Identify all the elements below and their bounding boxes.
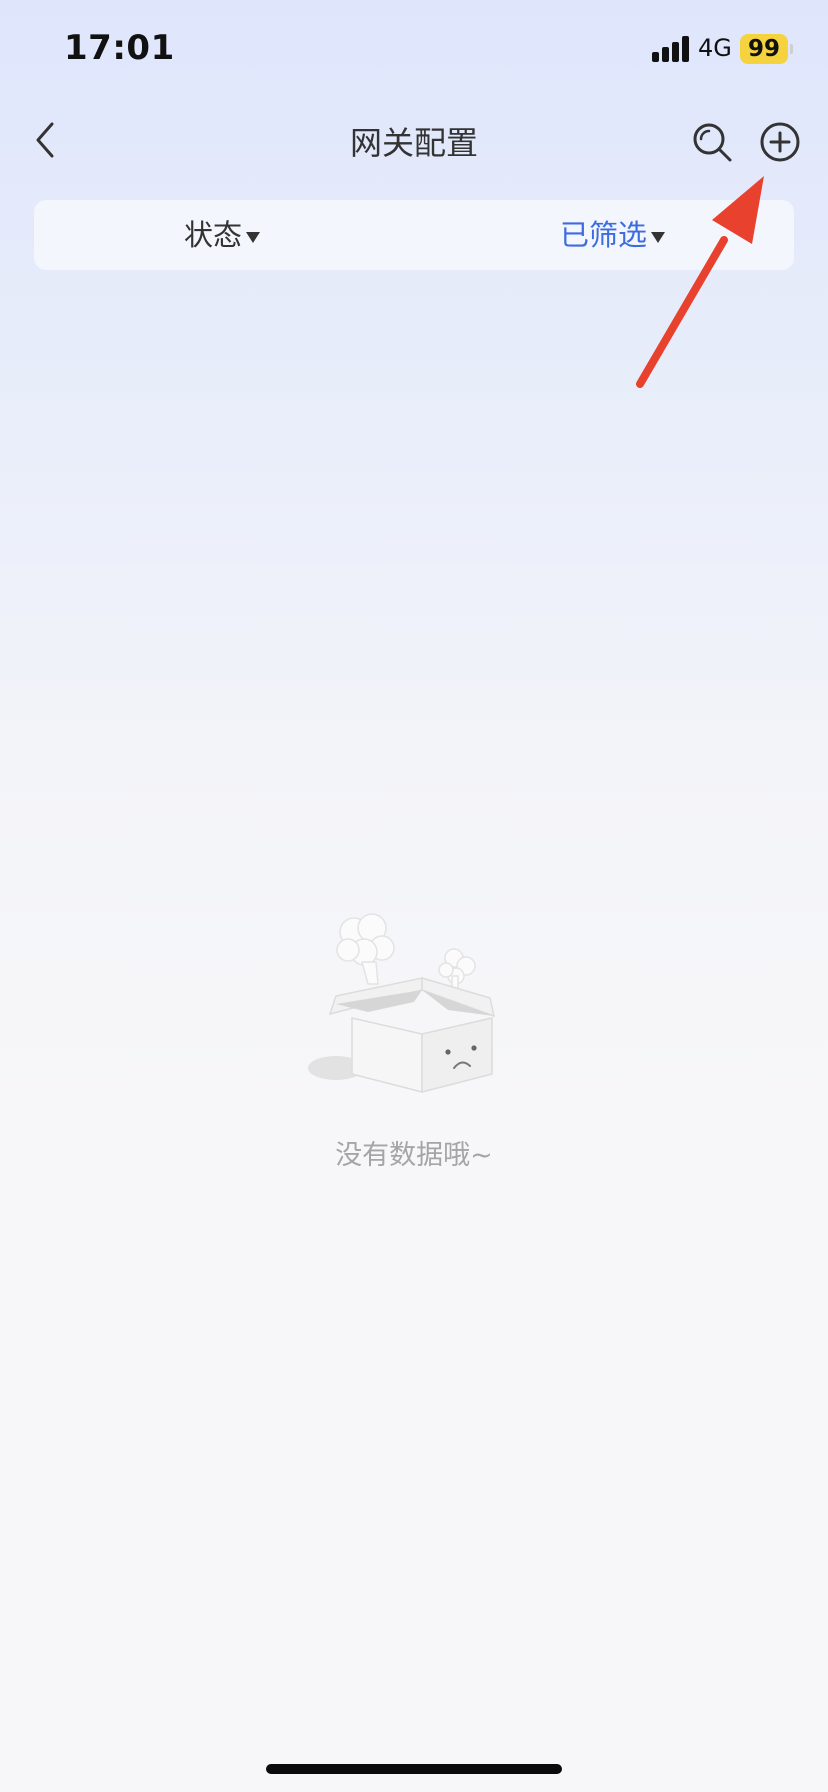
cellular-signal-icon — [652, 36, 692, 62]
battery-tip — [790, 44, 793, 54]
status-filter-label: 状态 — [184, 218, 243, 252]
battery-icon: 99 — [740, 34, 788, 64]
home-indicator[interactable] — [266, 1764, 562, 1774]
status-bar: 17:01 4G 99 — [0, 0, 828, 100]
empty-state-message: 没有数据哦~ — [335, 1140, 493, 1171]
network-type: 4G — [698, 34, 732, 62]
caret-down-icon — [246, 231, 261, 243]
empty-box-icon — [308, 913, 496, 1093]
status-filter[interactable]: 状态 — [184, 200, 261, 270]
status-time: 17:01 — [64, 28, 175, 68]
red-arrow-icon — [636, 176, 764, 388]
